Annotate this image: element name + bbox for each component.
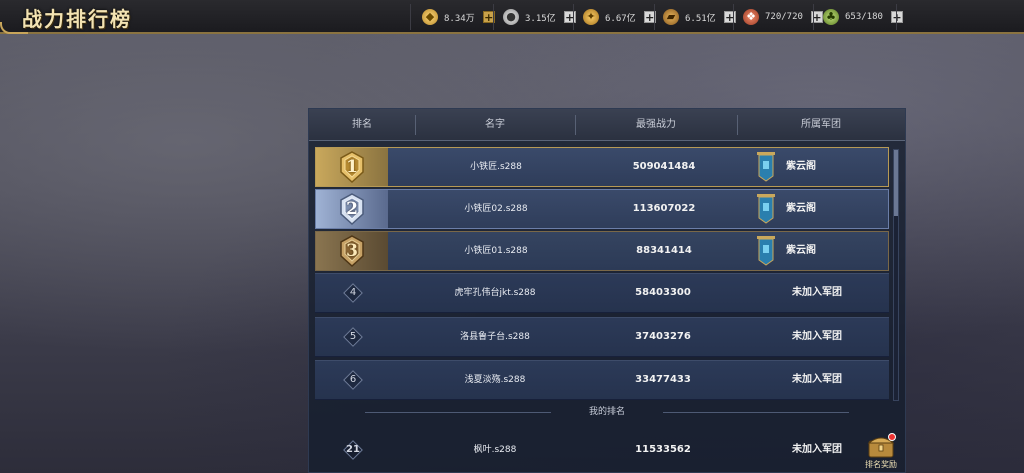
power-value: 88341414 <box>636 245 692 256</box>
wheat-icon: ✦ <box>583 9 599 25</box>
legion-name: 未加入军团 <box>792 287 842 298</box>
rank-diamond: 5 <box>343 327 363 347</box>
power-value: 113607022 <box>632 203 696 214</box>
gold-ingot-icon: ◆ <box>422 9 438 25</box>
rank-number: 3 <box>346 241 358 261</box>
table-row[interactable]: 4 虎牢孔伟台jkt.s288 58403300 未加入军团 <box>315 273 889 313</box>
rank-number: 1 <box>346 157 358 177</box>
rank-number: 4 <box>349 287 357 298</box>
gold-medal-icon: 1 <box>336 151 368 184</box>
rank-number: 2 <box>346 199 358 219</box>
resource-divider <box>654 4 655 30</box>
player-name: 枫叶.s288 <box>473 445 517 455</box>
player-name: 小铁匠.s288 <box>470 162 522 172</box>
legion-name: 紫云阁 <box>786 203 816 214</box>
player-name: 洛县鲁子台.s288 <box>460 332 530 342</box>
column-header-name: 名字 <box>485 119 505 130</box>
table-row[interactable]: 5 洛县鲁子台.s288 37403276 未加入军团 <box>315 317 889 357</box>
legion-banner-icon <box>756 152 776 182</box>
table-header: 排名 名字 最强战力 所属军团 <box>309 109 905 141</box>
bronze-medal-icon: 3 <box>336 235 368 268</box>
meat-icon: ❖ <box>743 9 759 25</box>
herb-icon: ♣ <box>823 9 839 25</box>
resource-gold: ◆ 8.34万 + <box>422 6 495 28</box>
rank-number: 21 <box>346 444 360 455</box>
resource-divider <box>573 4 574 30</box>
resource-divider <box>493 4 494 30</box>
rank-diamond: 6 <box>343 370 363 390</box>
legion-banner-icon <box>756 236 776 266</box>
column-header-rank: 排名 <box>352 119 372 130</box>
resource-divider <box>410 4 411 30</box>
resource-value: 8.34万 <box>444 13 475 24</box>
silver-medal-icon: 2 <box>336 193 368 226</box>
player-name: 虎牢孔伟台jkt.s288 <box>454 288 536 298</box>
list-scrollbar[interactable] <box>893 149 899 401</box>
power-value: 11533562 <box>635 444 691 455</box>
rank-number: 5 <box>349 331 357 342</box>
legion-name: 紫云阁 <box>786 161 816 172</box>
rank-diamond: 21 <box>343 440 363 460</box>
power-value: 33477433 <box>635 374 691 385</box>
column-header-legion: 所属军团 <box>801 119 841 130</box>
page-title: 战力排行榜 <box>22 7 132 31</box>
table-row[interactable]: 2 小铁匠02.s288 113607022 紫云阁 <box>315 189 889 229</box>
legion-name: 未加入军团 <box>792 374 842 385</box>
column-header-power: 最强战力 <box>636 119 676 130</box>
power-value: 509041484 <box>632 161 696 172</box>
power-value: 58403300 <box>635 287 691 298</box>
rank-reward-button[interactable]: 排名奖励 <box>861 431 901 471</box>
my-rank-label: 我的排名 <box>588 407 625 417</box>
lumber-icon: ▰ <box>663 9 679 25</box>
legion-name: 未加入军团 <box>792 331 842 342</box>
resource-value: 653/180 <box>845 12 883 22</box>
rank-number: 6 <box>349 374 357 385</box>
rank-diamond: 4 <box>343 283 363 303</box>
resource-divider <box>733 4 734 30</box>
resource-silver: ● 3.15亿 + <box>503 6 576 28</box>
power-value: 37403276 <box>635 331 691 342</box>
resource-value: 720/720 <box>765 12 803 22</box>
resource-wheat: ✦ 6.67亿 + <box>583 6 656 28</box>
player-name: 浅夏淡殇.s288 <box>464 375 526 385</box>
resource-value: 6.67亿 <box>605 13 636 24</box>
resource-divider <box>813 4 814 30</box>
resource-meat: ❖ 720/720 + <box>743 6 823 28</box>
scrollbar-thumb[interactable] <box>894 150 898 216</box>
player-name: 小铁匠01.s288 <box>464 246 528 256</box>
resource-value: 3.15亿 <box>525 13 556 24</box>
table-row[interactable]: 1 小铁匠.s288 509041484 紫云阁 <box>315 147 889 187</box>
reward-button-label: 排名奖励 <box>865 460 897 469</box>
player-name: 小铁匠02.s288 <box>464 204 528 214</box>
my-rank-row: 21 枫叶.s288 11533562 未加入军团 <box>315 431 889 471</box>
resource-herb: ♣ 653/180 + <box>823 6 903 28</box>
ranking-panel: 排名 名字 最强战力 所属军团 1 小铁匠.s288 509041484 紫云阁 <box>308 108 906 473</box>
legion-name: 紫云阁 <box>786 245 816 256</box>
my-rank-divider: 我的排名 <box>365 405 849 419</box>
silver-coin-icon: ● <box>503 9 519 25</box>
table-row[interactable]: 3 小铁匠01.s288 88341414 紫云阁 <box>315 231 889 271</box>
top-bar: 战力排行榜 ◆ 8.34万 + ● 3.15亿 + ✦ 6.67亿 + ▰ 6.… <box>0 0 1024 34</box>
resource-divider <box>896 4 897 30</box>
table-row[interactable]: 6 浅夏淡殇.s288 33477433 未加入军团 <box>315 360 889 400</box>
resource-value: 6.51亿 <box>685 13 716 24</box>
resource-lumber: ▰ 6.51亿 + <box>663 6 736 28</box>
legion-banner-icon <box>756 194 776 224</box>
notification-dot <box>888 433 896 441</box>
